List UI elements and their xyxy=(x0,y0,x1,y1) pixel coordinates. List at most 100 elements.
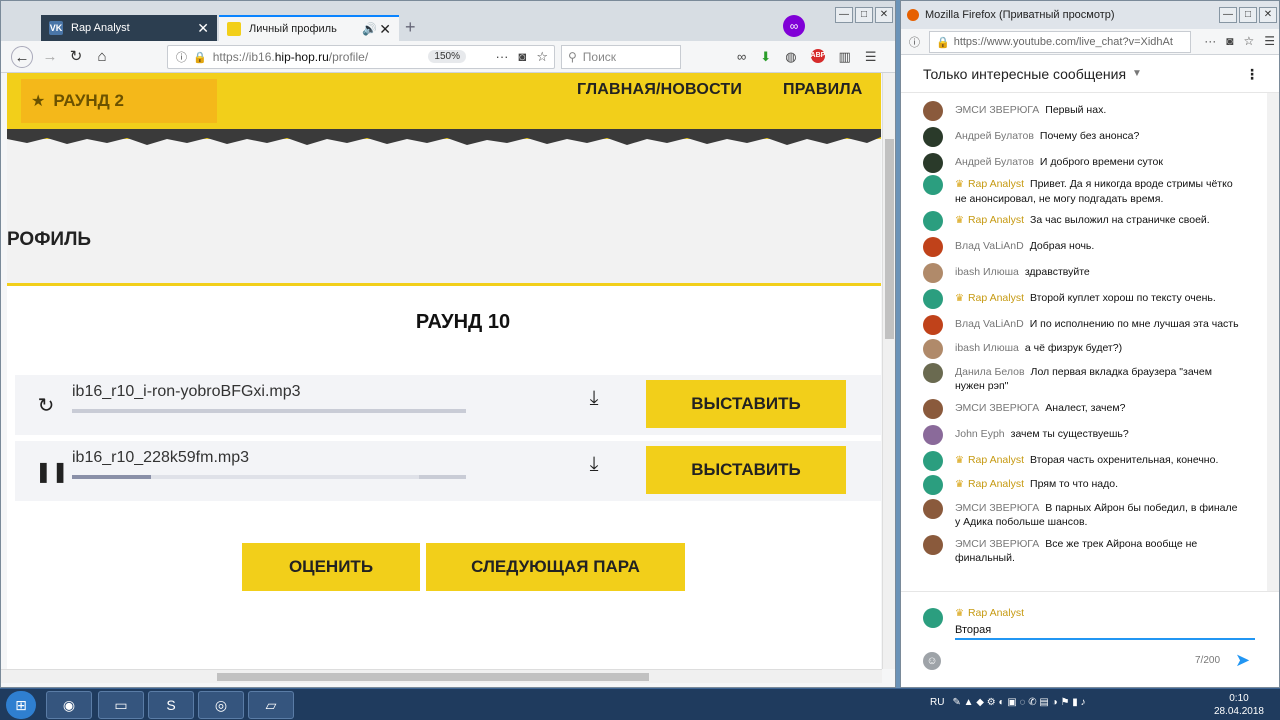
speaker-icon[interactable]: 🔊 xyxy=(362,22,377,36)
chat-message[interactable]: ЭМСИ ЗВЕРЮГА Аналест, зачем? xyxy=(923,399,1243,419)
back-button[interactable]: ← xyxy=(11,46,33,68)
maximize-button[interactable]: □ xyxy=(855,7,873,23)
chat-message[interactable]: ♛ Rap Analyst За час выложил на страничке … xyxy=(923,211,1243,231)
emoji-icon[interactable]: ☺ xyxy=(923,652,941,670)
submit-track-button[interactable]: ВЫСТАВИТЬ xyxy=(646,446,846,494)
avatar[interactable] xyxy=(923,127,943,147)
minimize-button[interactable]: — xyxy=(835,7,853,23)
clock[interactable]: 0:10 28.04.2018 xyxy=(1214,692,1264,718)
avatar[interactable] xyxy=(923,399,943,419)
message-author[interactable]: ♛ Rap Analyst xyxy=(955,178,1024,190)
tab-profile[interactable]: Личный профиль 🔊 ✕ xyxy=(219,15,399,41)
forward-button[interactable]: → xyxy=(39,46,61,68)
more-dots-icon[interactable]: ··· xyxy=(1204,34,1216,48)
close-tab-icon[interactable]: ✕ xyxy=(379,21,391,38)
pocket-icon[interactable]: ◙ xyxy=(518,49,526,65)
more-vertical-icon[interactable]: ⋮ xyxy=(1245,66,1259,83)
reload-button[interactable]: ↻ xyxy=(65,46,87,68)
download-icon[interactable]: ⤓ xyxy=(583,453,605,479)
menu-icon[interactable]: ☰ xyxy=(865,49,877,65)
chat-message[interactable]: ♛ Rap Analyst Прям то что надо. xyxy=(923,475,1243,495)
menu-icon[interactable]: ☰ xyxy=(1264,34,1275,48)
round-badge[interactable]: ★ РАУНД 2 xyxy=(21,79,217,123)
message-author[interactable]: ♛ Rap Analyst xyxy=(955,292,1024,304)
globe-icon[interactable]: ◍ xyxy=(785,49,796,65)
message-author[interactable]: ЭМСИ ЗВЕРЮГА xyxy=(955,402,1039,414)
mask-icon[interactable]: ∞ xyxy=(737,49,746,65)
avatar[interactable] xyxy=(923,475,943,495)
chat-message[interactable]: Данила Белов Лол первая вкладка браузера … xyxy=(923,363,1243,393)
chat-message[interactable]: Андрей Булатов Почему без анонса? xyxy=(923,127,1243,147)
message-author[interactable]: ♛ Rap Analyst xyxy=(955,478,1024,490)
message-author[interactable]: Андрей Булатов xyxy=(955,156,1034,168)
avatar[interactable] xyxy=(923,339,943,359)
avatar[interactable] xyxy=(923,101,943,121)
vertical-scrollbar[interactable] xyxy=(882,73,895,669)
avatar[interactable] xyxy=(923,263,943,283)
chat-message[interactable]: Влад VaLiAnD И по исполнению по мне лучша… xyxy=(923,315,1243,335)
pause-icon[interactable]: ❚❚ xyxy=(35,461,69,483)
scroll-thumb[interactable] xyxy=(885,139,894,339)
adblock-icon[interactable]: ABP xyxy=(810,49,825,63)
avatar[interactable] xyxy=(923,153,943,173)
chat-filter-header[interactable]: Только интересные сообщения ▼ ⋮ xyxy=(901,55,1279,93)
bookmark-star-icon[interactable]: ☆ xyxy=(1243,34,1254,48)
url-bar[interactable]: ⓘ 🔒 https://ib16.hip-hop.ru/profile/ 150… xyxy=(167,45,555,69)
avatar[interactable] xyxy=(923,175,943,195)
close-window-button[interactable]: ✕ xyxy=(1259,7,1277,23)
chat-message[interactable]: ЭМСИ ЗВЕРЮГА Все же трек Айрона вообще не… xyxy=(923,535,1243,565)
nav-rules-link[interactable]: ПРАВИЛА xyxy=(783,81,863,99)
chat-message[interactable]: ibash Илюша а чё физрук будет?) xyxy=(923,339,1243,359)
chat-message[interactable]: ЭМСИ ЗВЕРЮГА Первый нах. xyxy=(923,101,1243,121)
sidebar-icon[interactable]: ▥ xyxy=(839,49,851,65)
bookmark-star-icon[interactable]: ☆ xyxy=(536,49,548,65)
language-indicator[interactable]: RU xyxy=(930,697,944,708)
message-author[interactable]: ЭМСИ ЗВЕРЮГА xyxy=(955,104,1039,116)
taskbar-explorer[interactable]: ▭ xyxy=(98,691,144,719)
search-input[interactable]: ⚲ Поиск xyxy=(561,45,681,69)
taskbar-obs[interactable]: ◎ xyxy=(198,691,244,719)
message-author[interactable]: ♛ Rap Analyst xyxy=(955,214,1024,226)
pocket-icon[interactable]: ◙ xyxy=(1226,34,1233,48)
chat-message[interactable]: ♛ Rap Analyst Второй куплет хорош по текст… xyxy=(923,289,1243,309)
message-author[interactable]: ЭМСИ ЗВЕРЮГА xyxy=(955,502,1039,514)
chat-message[interactable]: ♛ Rap Analyst Привет. Да я никогда вроде с… xyxy=(923,175,1243,206)
download-arrow-icon[interactable]: ⬇ xyxy=(760,49,771,65)
track-progress-bar[interactable] xyxy=(72,409,466,413)
message-author[interactable]: Влад VaLiAnD xyxy=(955,240,1024,252)
taskbar-notepad[interactable]: ▱ xyxy=(248,691,294,719)
chat-message[interactable]: ЭМСИ ЗВЕРЮГА В парных Айрон бы победил, в… xyxy=(923,499,1243,529)
maximize-button[interactable]: □ xyxy=(1239,7,1257,23)
tab-rap-analyst[interactable]: VK Rap Analyst ✕ xyxy=(41,15,217,41)
avatar[interactable] xyxy=(923,425,943,445)
taskbar-firefox[interactable]: ◉ xyxy=(46,691,92,719)
message-author[interactable]: John Eyph xyxy=(955,428,1005,440)
info-icon[interactable]: ⓘ xyxy=(909,34,920,50)
message-author[interactable]: Данила Белов xyxy=(955,366,1025,378)
chat-message[interactable]: Андрей Булатов И доброго времени суток xyxy=(923,153,1243,173)
avatar[interactable] xyxy=(923,363,943,383)
minimize-button[interactable]: — xyxy=(1219,7,1237,23)
avatar[interactable] xyxy=(923,237,943,257)
info-icon[interactable]: ⓘ xyxy=(176,49,187,65)
track-progress-bar[interactable] xyxy=(72,475,466,479)
next-pair-button[interactable]: СЛЕДУЮЩАЯ ПАРА xyxy=(426,543,685,591)
close-tab-icon[interactable]: ✕ xyxy=(197,20,209,37)
url-bar[interactable]: 🔒 https://www.youtube.com/live_chat?v=Xi… xyxy=(929,31,1191,53)
chat-scrollbar[interactable] xyxy=(1267,93,1279,591)
new-tab-button[interactable]: + xyxy=(405,17,416,38)
nav-home-link[interactable]: ГЛАВНАЯ/НОВОСТИ xyxy=(577,81,742,99)
message-author[interactable]: ЭМСИ ЗВЕРЮГА xyxy=(955,538,1039,550)
chat-message[interactable]: Влад VaLiAnD Добрая ночь. xyxy=(923,237,1243,257)
avatar[interactable] xyxy=(923,315,943,335)
send-icon[interactable]: ➤ xyxy=(1235,650,1250,671)
taskbar-skype[interactable]: S xyxy=(148,691,194,719)
message-author[interactable]: ibash Илюша xyxy=(955,342,1019,354)
download-icon[interactable]: ⤓ xyxy=(583,387,605,413)
avatar[interactable] xyxy=(923,499,943,519)
reload-icon[interactable]: ↻ xyxy=(35,395,57,417)
tray-icons[interactable]: ✎ ▲ ◆ ⚙ ◐ ▣ ◌ ✆ ▤ ◑ ⚑ ▮ ♪ xyxy=(952,697,1085,708)
avatar[interactable] xyxy=(923,535,943,555)
rate-button[interactable]: ОЦЕНИТЬ xyxy=(242,543,420,591)
avatar[interactable] xyxy=(923,211,943,231)
